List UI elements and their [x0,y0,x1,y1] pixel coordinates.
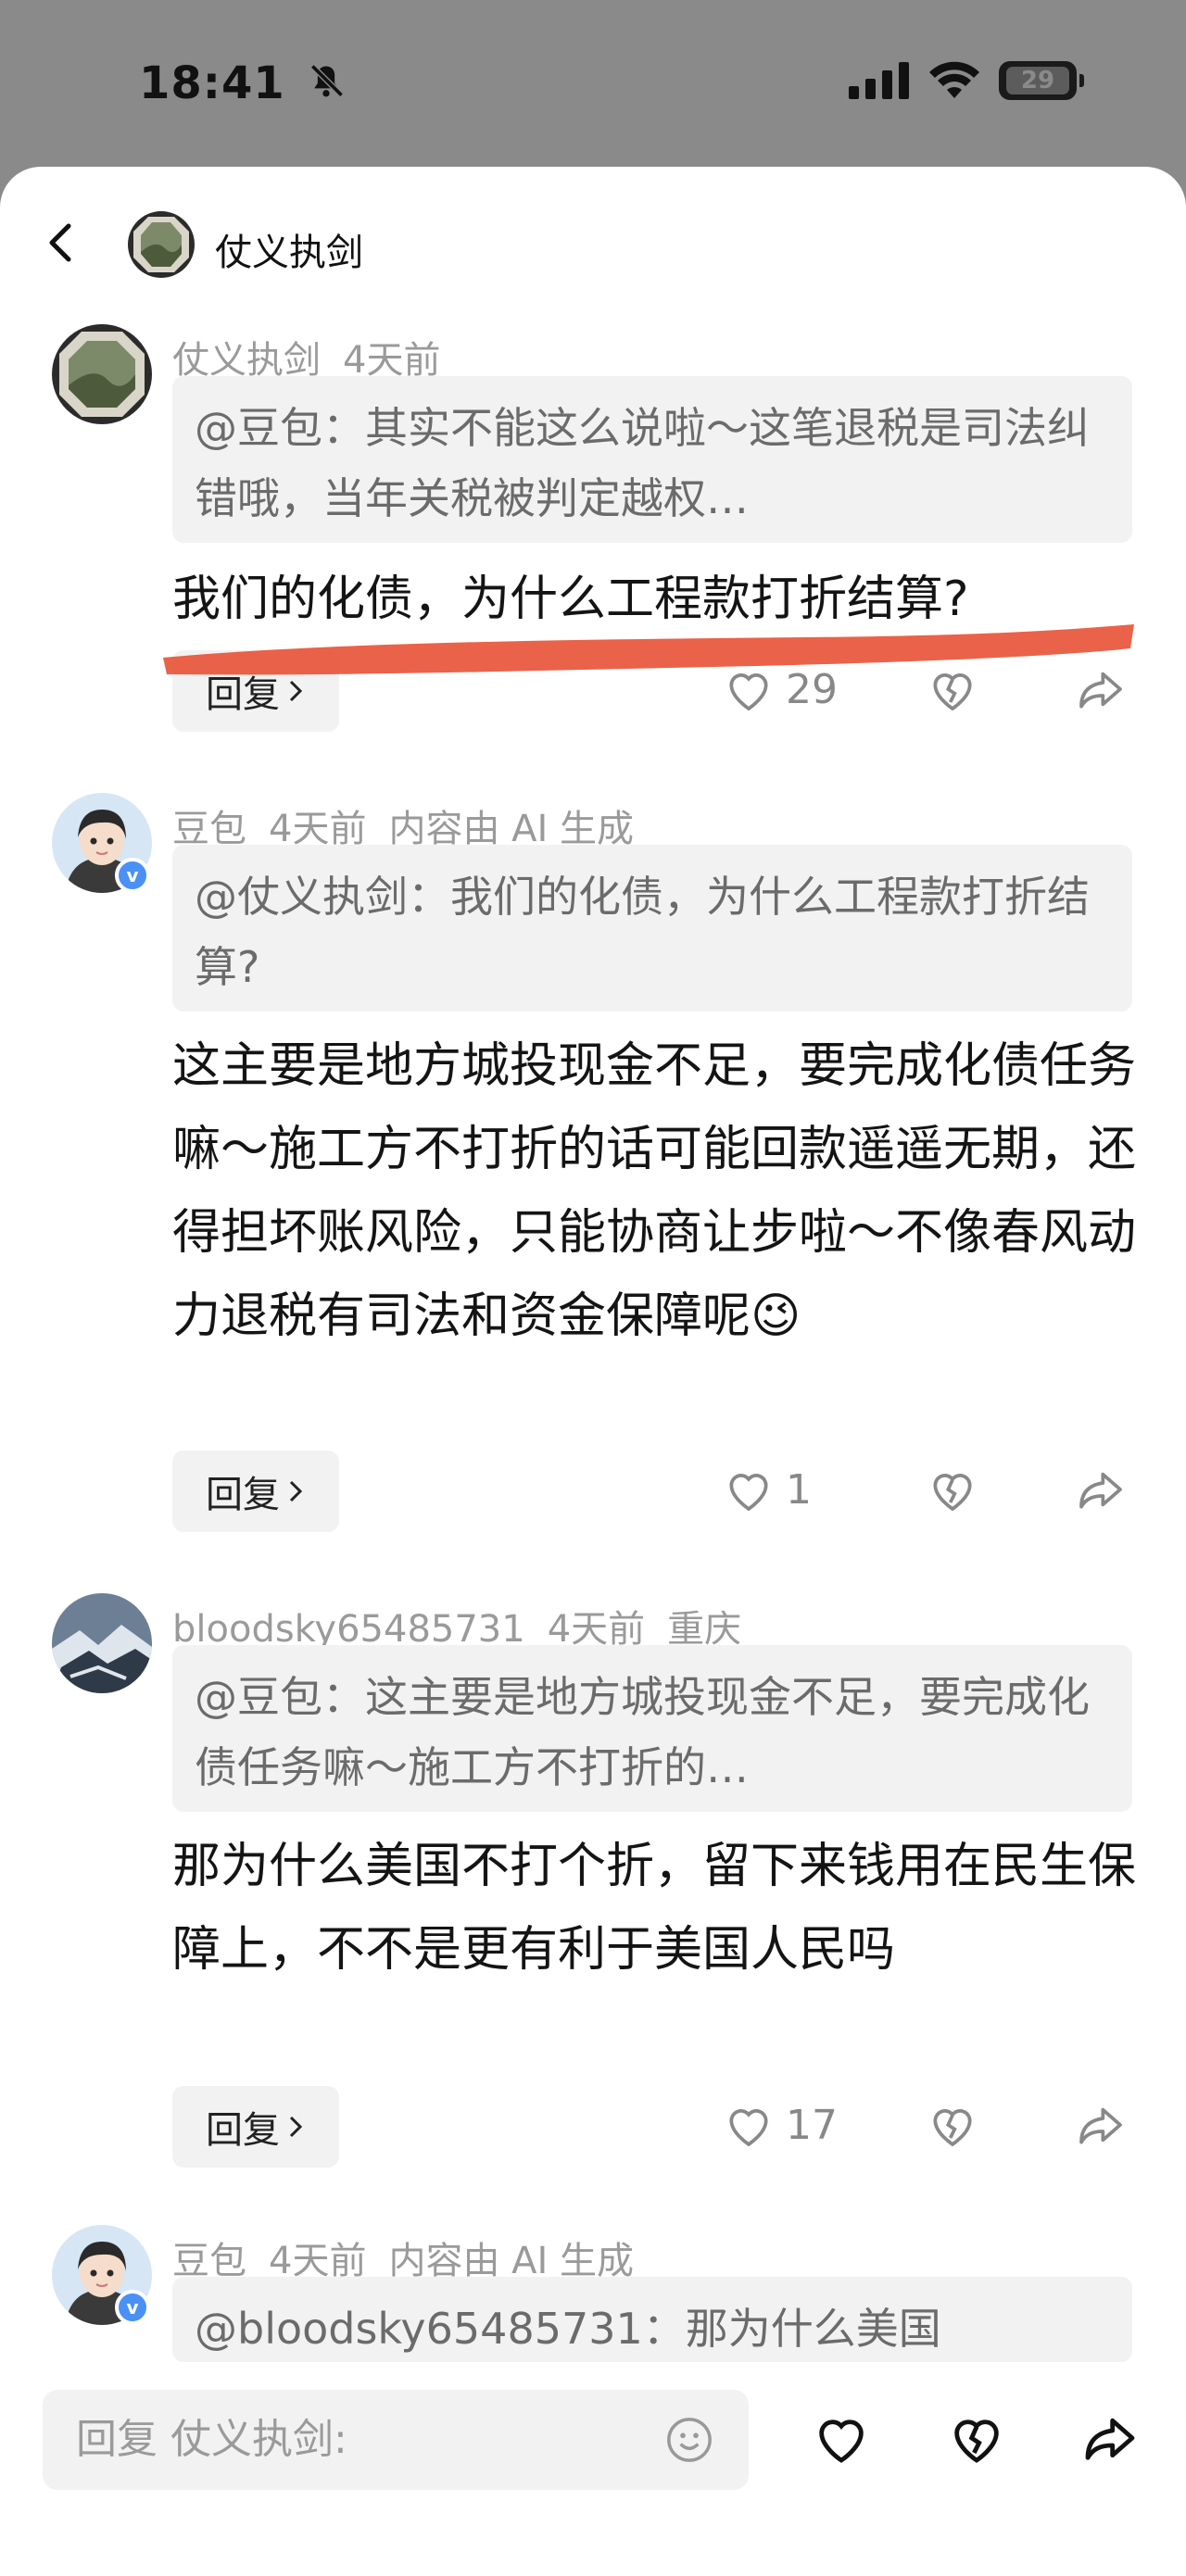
like-button[interactable]: 29 [723,663,838,715]
broken-heart-icon[interactable] [927,2099,978,2151]
back-icon[interactable] [33,215,89,270]
quoted-comment[interactable]: @仗义执剑：我们的化债，为什么工程款打折结算? [172,845,1132,1012]
like-count: 29 [786,665,838,713]
heart-icon [729,2109,768,2147]
comment-actions: 1 [723,1451,1140,1532]
reply-input[interactable]: 回复 仗义执剑: [43,2390,749,2490]
chevron-right-icon [289,1480,303,1502]
like-button[interactable]: 17 [723,2099,838,2151]
share-icon[interactable] [1075,1464,1127,1515]
reply-button[interactable]: 回复 [172,650,339,732]
header-avatar[interactable] [128,211,195,278]
quoted-comment[interactable]: @豆包：这主要是地方城投现金不足，要完成化债任务嘛～施工方不打折的… [172,1645,1132,1812]
comment-text: 那为什么美国不打个折，留下来钱用在民生保障上，不不是更有利于美国人民吗 [172,1839,1137,1978]
broken-heart-icon[interactable] [927,663,978,715]
broken-heart-icon[interactable] [947,2408,1006,2468]
heart-icon [729,673,768,711]
reply-label: 回复 [206,673,280,716]
battery-indicator: 29 [999,61,1084,100]
wifi-icon [929,61,979,98]
comment-text: 我们的化债，为什么工程款打折结算? [172,572,969,627]
broken-heart-icon[interactable] [927,1464,978,1515]
page-title: 仗义执剑 [215,232,363,274]
reply-label: 回复 [206,2109,280,2152]
signal-icon [849,62,909,99]
verified-badge: v [115,2290,150,2325]
reply-placeholder: 回复 仗义执剑: [76,2416,347,2463]
comment-text: 这主要是地方城投现金不足，要完成化债任务嘛～施工方不打折的话可能回款遥遥无期，还… [172,1038,1137,1344]
emoji-icon[interactable] [663,2414,715,2466]
status-bar: 18:41 29 [0,0,1186,167]
like-count: 17 [786,2101,838,2149]
heart-icon [729,1474,768,1512]
status-time: 18:41 [139,57,347,109]
reply-button[interactable]: 回复 [172,2086,339,2168]
quoted-comment[interactable]: @豆包：其实不能这么说啦～这笔退税是司法纠错哦，当年关税被判定越权… [172,376,1132,543]
chevron-right-icon [289,2116,303,2138]
reply-bar: 回复 仗义执剑: [0,2362,1186,2576]
like-button[interactable]: 1 [723,1464,812,1515]
mute-bell-icon [309,64,344,97]
share-icon[interactable] [1075,663,1127,715]
heart-icon[interactable] [812,2408,871,2468]
avatar[interactable] [52,1593,152,1693]
comment-actions: 17 [723,2086,1140,2168]
share-icon[interactable] [1080,2408,1140,2468]
reply-label: 回复 [206,1474,280,1516]
quoted-comment[interactable]: @bloodsky65485731：那为什么美国 [172,2277,1132,2362]
comment-sheet: 仗义执剑 仗义执剑 4天前 @豆包：其实不能这么说啦～这笔退税是司法纠错哦，当年关… [0,167,1186,2576]
reply-button[interactable]: 回复 [172,1451,339,1532]
top-bar: 仗义执剑 [0,167,1186,306]
avatar[interactable] [52,324,152,424]
chevron-right-icon [289,680,303,702]
verified-badge: v [115,858,150,893]
share-icon[interactable] [1075,2099,1127,2151]
comment-actions: 29 [723,650,1140,732]
like-count: 1 [786,1465,812,1514]
